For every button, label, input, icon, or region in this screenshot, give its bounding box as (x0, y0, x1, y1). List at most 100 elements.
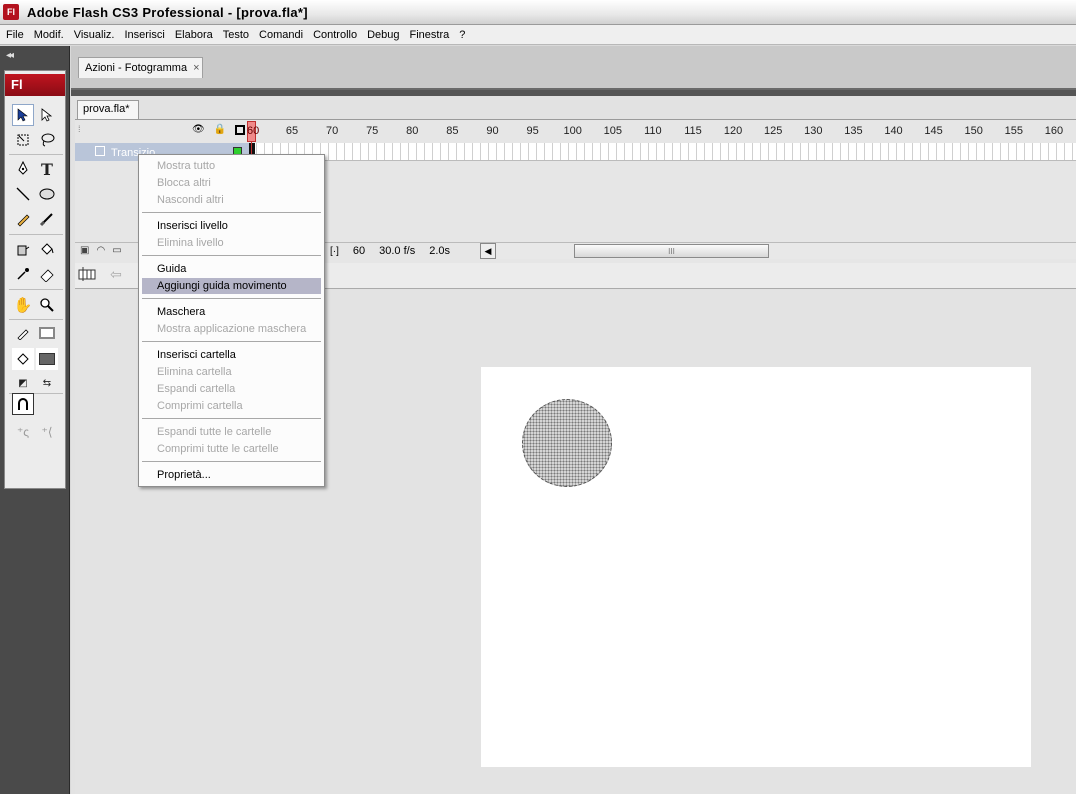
menu-elabora[interactable]: Elabora (170, 25, 218, 45)
fill-color-swatch[interactable] (36, 348, 58, 370)
hand-tool-icon[interactable]: ✋ (12, 294, 34, 316)
menu-item-mostra-applicazione-maschera: Mostra applicazione maschera (157, 323, 307, 335)
selected-circle-shape[interactable] (522, 399, 612, 487)
oval-tool-icon[interactable] (36, 183, 58, 205)
selection-tool-icon[interactable] (12, 104, 34, 126)
menu-item-proprieta[interactable]: Proprietà... (157, 468, 211, 482)
line-tool-icon[interactable] (12, 183, 34, 205)
ink-bottle-tool-icon[interactable] (12, 238, 34, 260)
layer-type-icon (95, 146, 105, 156)
layer-buttons: ▣ ◠ ▭ (80, 245, 122, 256)
menu-item-guida[interactable]: Guida (157, 262, 186, 276)
ruler-label: 85 (446, 125, 459, 137)
timeline-frames[interactable] (249, 143, 1076, 161)
close-icon[interactable]: × (193, 62, 199, 74)
ruler-label: 100 (563, 125, 582, 137)
new-folder-icon[interactable]: ▭ (112, 245, 121, 256)
ruler-label: 65 (285, 125, 299, 137)
menu-help[interactable]: ? (454, 25, 470, 45)
ruler-label: 150 (964, 125, 983, 137)
text-tool-icon[interactable]: T (36, 158, 58, 180)
new-layer-icon[interactable]: ▣ (80, 245, 89, 256)
scroll-left-button[interactable]: ◀ (480, 243, 496, 259)
menu-item-elimina-livello: Elimina livello (157, 237, 224, 249)
timeline-status-values: [·] 60 30.0 f/s 2.0s (330, 245, 450, 257)
menu-item-mostra-tutto: Mostra tutto (157, 160, 216, 172)
straighten-icon[interactable]: ⁺⟨ (36, 421, 58, 443)
menu-bar: File Modif. Visualiz. Inserisci Elabora … (0, 25, 1076, 45)
menu-comandi[interactable]: Comandi (254, 25, 308, 45)
smooth-icon[interactable]: ⁺ς (12, 421, 34, 443)
menu-item-espandi-cartella: Espandi cartella (157, 383, 236, 395)
menu-item-elimina-cartella: Elimina cartella (157, 366, 232, 378)
pen-tool-icon[interactable] (12, 158, 34, 180)
menu-item-maschera[interactable]: Maschera (157, 305, 205, 319)
timeline-grip-icon[interactable]: ⁞ (78, 124, 81, 134)
onion-skin-markers-icon[interactable]: [·] (330, 246, 339, 257)
back-arrow-icon[interactable]: ⇦ (110, 266, 122, 283)
menu-modif[interactable]: Modif. (29, 25, 69, 45)
subselection-tool-icon[interactable] (36, 104, 58, 126)
menu-item-comprimi-cartella: Comprimi cartella (157, 400, 243, 412)
menu-file[interactable]: File (0, 25, 29, 45)
flash-logo: Fl (5, 74, 65, 96)
flash-app-icon: Fl (3, 4, 19, 20)
ruler-label: 145 (924, 125, 943, 137)
elapsed-time-value: 2.0s (429, 245, 451, 257)
frame-rate-value[interactable]: 30.0 f/s (379, 245, 415, 257)
ruler-label: 120 (723, 125, 743, 137)
ruler-label: 160 (1044, 125, 1064, 137)
tools-panel: T ✋ ◩ ⇆ ⁺ς ⁺⟨ (4, 70, 66, 489)
menu-item-blocca-altri: Blocca altri (157, 177, 211, 189)
menu-debug[interactable]: Debug (362, 25, 404, 45)
scroll-thumb[interactable]: III (574, 244, 769, 258)
menu-item-aggiungi-guida-movimento[interactable]: Aggiungi guida movimento (157, 279, 287, 293)
lasso-tool-icon[interactable] (36, 129, 58, 151)
title-bar: Fl Adobe Flash CS3 Professional - [prova… (0, 0, 1076, 25)
actions-tab-label: Azioni - Fotogramma (85, 62, 188, 74)
black-white-colors-icon[interactable]: ◩ (12, 372, 34, 394)
paint-bucket-tool-icon[interactable] (36, 238, 58, 260)
outline-icon[interactable] (235, 125, 246, 135)
document-tab[interactable]: prova.fla* (77, 100, 139, 119)
tab-actions-frame[interactable]: Azioni - Fotogramma × (78, 57, 203, 78)
ruler-label: 155 (1004, 125, 1023, 137)
tools-separator (9, 319, 63, 320)
menu-separator (142, 298, 321, 299)
menu-controllo[interactable]: Controllo (308, 25, 362, 45)
eyedropper-tool-icon[interactable] (12, 263, 34, 285)
eraser-tool-icon[interactable] (36, 263, 58, 285)
panel-divider[interactable] (71, 90, 1076, 96)
ruler-label: 80 (406, 125, 419, 137)
timeline-toggle-icon[interactable] (78, 266, 98, 284)
menu-testo[interactable]: Testo (218, 25, 254, 45)
ruler-label: 90 (486, 125, 499, 137)
menu-inserisci[interactable]: Inserisci (119, 25, 169, 45)
layer-header-icons: 👁 🔒 (192, 124, 246, 135)
menu-item-inserisci-livello[interactable]: Inserisci livello (157, 219, 228, 233)
snap-to-objects-icon[interactable] (12, 393, 34, 415)
ruler-label: 135 (844, 125, 863, 137)
actions-panel-strip (71, 46, 1076, 90)
free-transform-tool-icon[interactable] (12, 129, 34, 151)
swap-colors-icon[interactable]: ⇆ (36, 372, 58, 394)
window-title: Adobe Flash CS3 Professional - [prova.fl… (27, 5, 308, 20)
pencil-tool-icon[interactable] (12, 208, 34, 230)
stroke-color-swatch[interactable] (36, 322, 58, 344)
ruler-label: 70 (325, 125, 339, 137)
lock-icon[interactable]: 🔒 (214, 124, 226, 135)
menu-item-inserisci-cartella[interactable]: Inserisci cartella (157, 348, 236, 362)
ruler-label: 125 (764, 125, 783, 137)
brush-tool-icon[interactable] (36, 208, 58, 230)
zoom-tool-icon[interactable] (36, 294, 58, 316)
menu-item-espandi-tutte-le-cartelle: Espandi tutte le cartelle (157, 426, 272, 438)
add-motion-guide-icon[interactable]: ◠ (96, 245, 105, 256)
menu-visualiz[interactable]: Visualiz. (69, 25, 120, 45)
eye-icon[interactable]: 👁 (192, 124, 205, 135)
menu-item-nascondi-altri: Nascondi altri (157, 194, 224, 206)
collapse-panel-icon[interactable]: ◂◂ (6, 50, 14, 61)
menu-separator (142, 255, 321, 256)
timeline-ruler[interactable]: 65 70 75 80 85 90 95 100 105 110 115 120 125 130 135 14… (248, 120, 1076, 142)
tools-separator (9, 234, 63, 235)
menu-finestra[interactable]: Finestra (405, 25, 455, 45)
